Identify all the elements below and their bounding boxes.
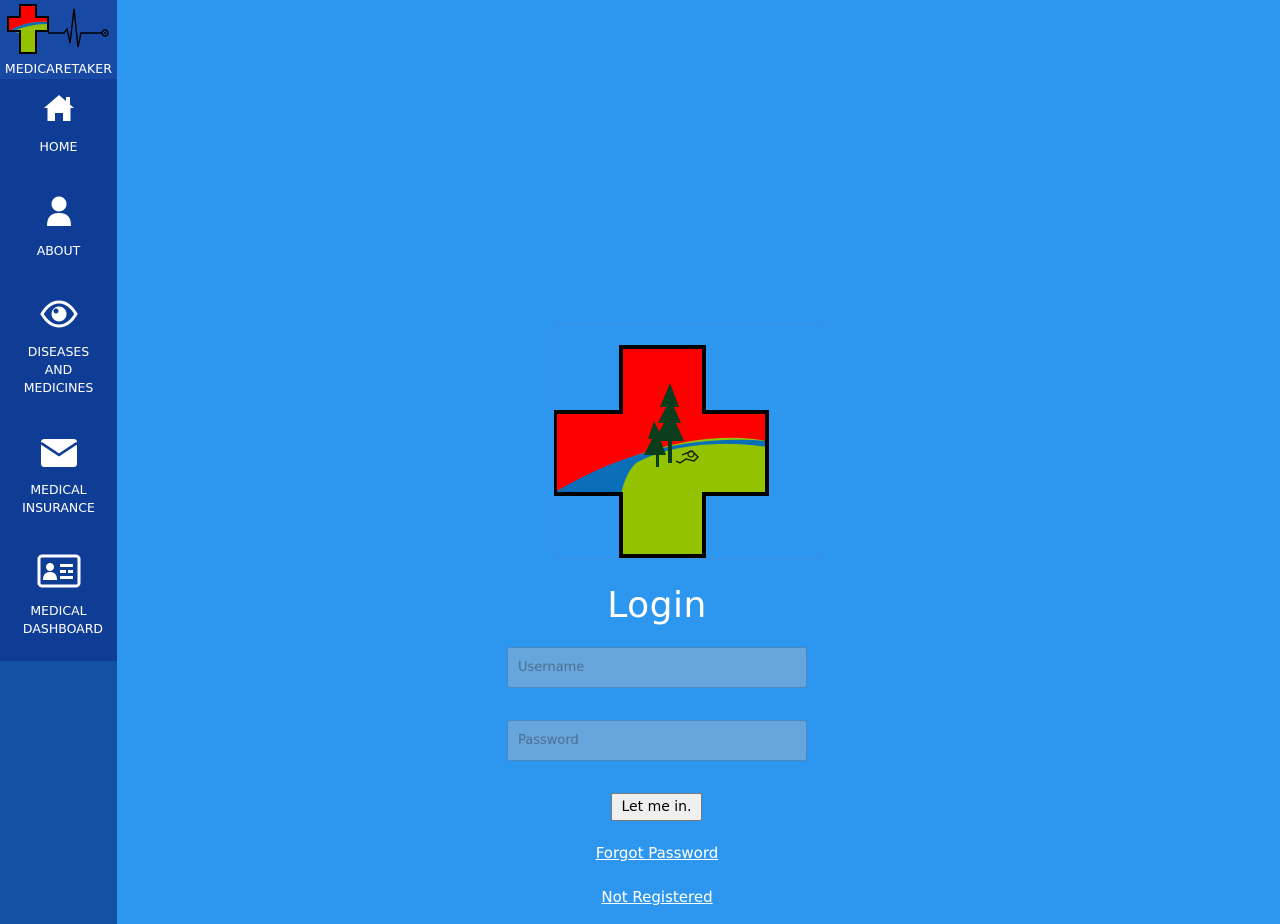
password-input[interactable] xyxy=(507,720,807,761)
nav-label-line-2: AND xyxy=(44,362,73,377)
nav-label-line-1: DISEASES xyxy=(27,344,90,359)
nav-label-about: ABOUT xyxy=(36,243,81,258)
nav-label-line-2: DASHBOARD xyxy=(22,621,104,636)
brand-logo-icon xyxy=(7,4,109,54)
login-submit-button[interactable]: Let me in. xyxy=(611,793,702,821)
id-card-icon xyxy=(37,554,80,588)
brand-name: MEDICARETAKER xyxy=(4,61,113,76)
nav-label-line-1: MEDICAL xyxy=(30,603,87,618)
forgot-password-link[interactable]: Forgot Password xyxy=(507,844,807,862)
not-registered-link[interactable]: Not Registered xyxy=(507,888,807,906)
sidebar: MEDICARETAKER HOME ABOUT DISEASES AND ME… xyxy=(0,0,117,924)
nav-item-home[interactable]: HOME xyxy=(0,93,117,156)
envelope-icon xyxy=(39,439,78,467)
username-input[interactable] xyxy=(507,647,807,688)
nav-item-about[interactable]: ABOUT xyxy=(0,195,117,260)
nav-item-medical-insurance[interactable]: MEDICAL INSURANCE xyxy=(0,437,117,517)
login-title: Login xyxy=(607,585,707,626)
nav-item-medical-dashboard[interactable]: MEDICAL DASHBOARD xyxy=(0,554,117,638)
nav-label-line-3: MEDICINES xyxy=(23,380,94,395)
brand[interactable]: MEDICARETAKER xyxy=(0,0,117,79)
eye-icon xyxy=(39,300,78,328)
nav-label-home: HOME xyxy=(39,139,78,154)
nav-item-diseases-and-medicines[interactable]: DISEASES AND MEDICINES xyxy=(0,300,117,397)
medicaretaker-logo xyxy=(554,323,821,559)
user-icon xyxy=(46,196,71,226)
nav-label-line-1: MEDICAL xyxy=(30,482,87,497)
nav-label-line-2: INSURANCE xyxy=(22,500,95,515)
home-icon xyxy=(43,95,74,121)
